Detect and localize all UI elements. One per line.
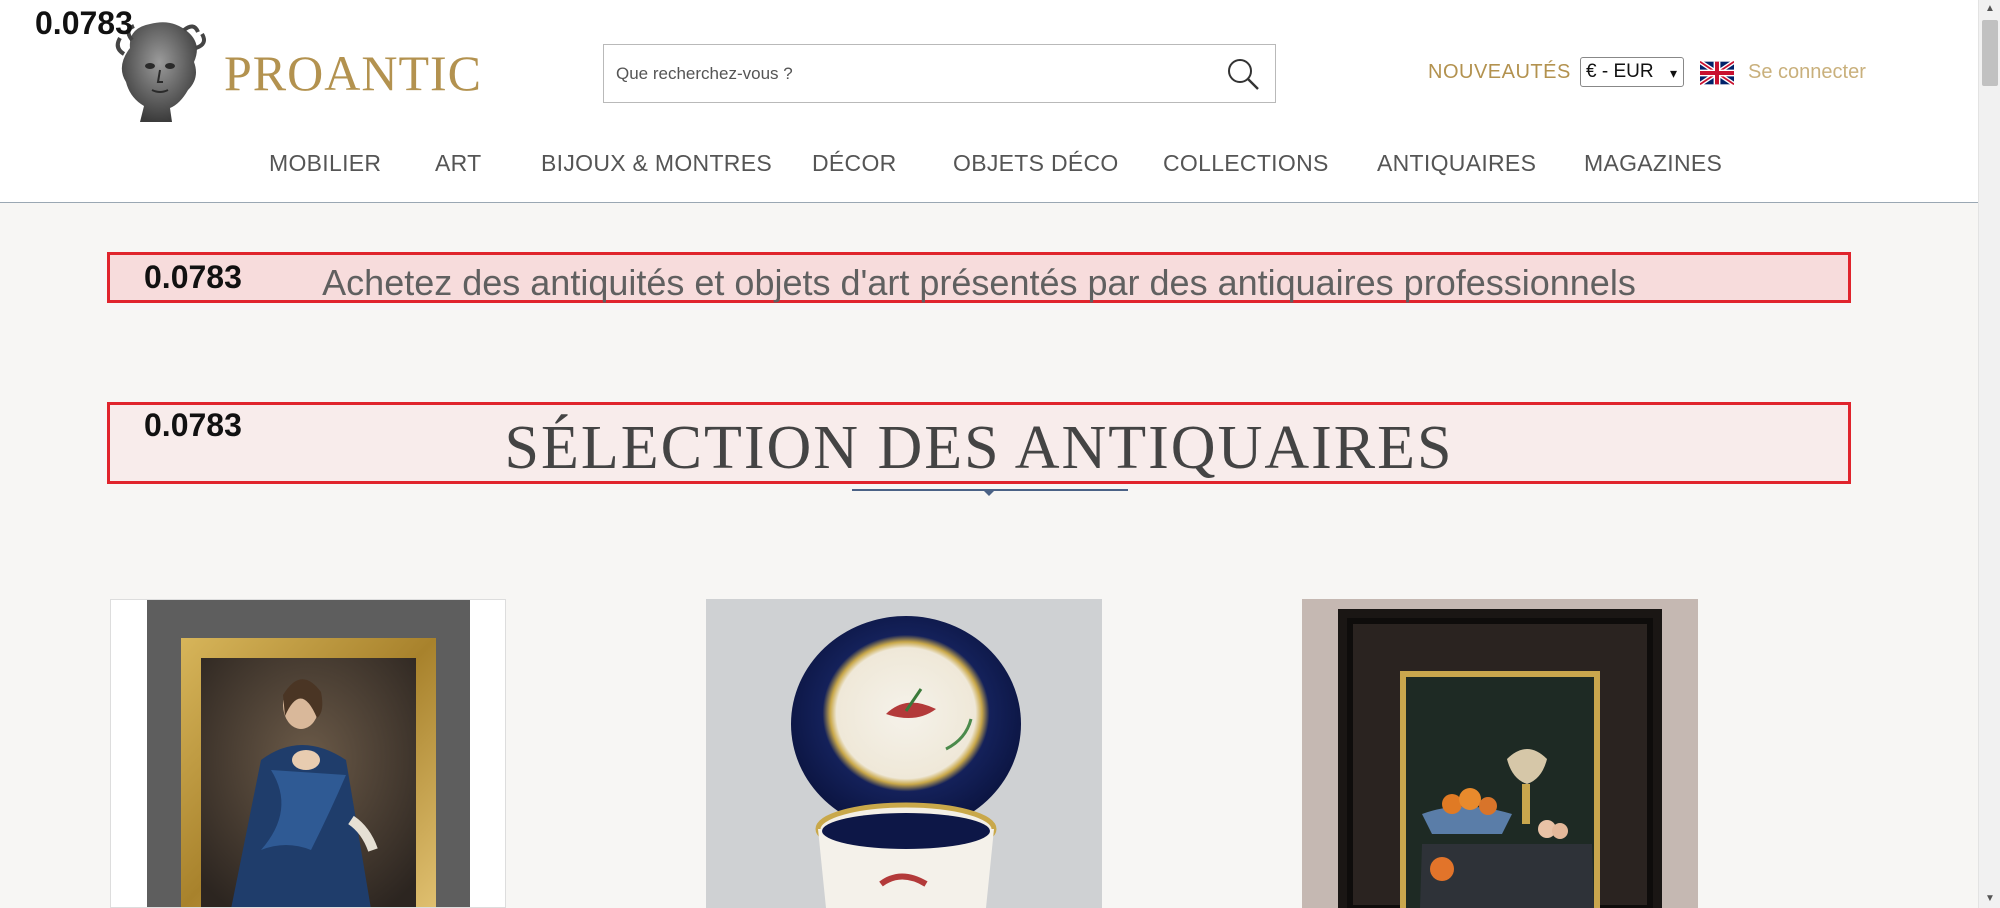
product-card[interactable] <box>1302 599 1698 908</box>
section-heading-box: 0.0783 SÉLECTION DES ANTIQUAIRES <box>107 402 1851 484</box>
hero-text: Achetez des antiquités et objets d'art p… <box>322 262 1636 303</box>
nav-item-mobilier[interactable]: MOBILIER <box>269 150 381 177</box>
chevron-down-icon: ▾ <box>1669 65 1677 81</box>
search-icon[interactable] <box>1225 56 1261 92</box>
product-card[interactable] <box>110 599 506 908</box>
nav-item-decor[interactable]: DÉCOR <box>812 150 897 177</box>
divider-caret-icon <box>982 489 996 496</box>
nav-item-collections[interactable]: COLLECTIONS <box>1163 150 1329 177</box>
product-image-portrait[interactable] <box>111 600 506 908</box>
section-title: SÉLECTION DES ANTIQUAIRES <box>504 414 1454 482</box>
scroll-down-arrow-icon[interactable]: ▼ <box>1979 890 2000 908</box>
main-nav: MOBILIER ART BIJOUX & MONTRES DÉCOR OBJE… <box>0 150 1978 180</box>
product-image-still-life[interactable] <box>1302 599 1698 908</box>
nouveautes-link[interactable]: NOUVEAUTÉS <box>1428 61 1571 84</box>
nav-item-magazines[interactable]: MAGAZINES <box>1584 150 1722 177</box>
search-bar[interactable] <box>603 44 1276 103</box>
currency-value: € - EUR <box>1586 61 1654 82</box>
overlay-score: 0.0783 <box>35 5 133 41</box>
search-input[interactable] <box>616 61 1176 87</box>
nav-item-objets-deco[interactable]: OBJETS DÉCO <box>953 150 1119 177</box>
nav-item-antiquaires[interactable]: ANTIQUAIRES <box>1377 150 1536 177</box>
site-header: PROANTIC NOUVEAUTÉS € - EUR ▾ Se connect… <box>0 0 1978 203</box>
nav-item-bijoux-montres[interactable]: BIJOUX & MONTRES <box>541 150 772 177</box>
uk-flag-icon[interactable] <box>1700 61 1734 85</box>
scroll-up-arrow-icon[interactable]: ▲ <box>1979 0 2000 18</box>
hero-banner: 0.0783 Achetez des antiquités et objets … <box>107 252 1851 303</box>
vertical-scrollbar[interactable]: ▲ ▼ <box>1978 0 2000 908</box>
currency-select[interactable]: € - EUR ▾ <box>1580 57 1684 87</box>
product-card[interactable] <box>706 599 1102 908</box>
login-link[interactable]: Se connecter <box>1748 61 1866 84</box>
product-image-porcelain[interactable] <box>706 599 1102 908</box>
brand-name[interactable]: PROANTIC <box>224 44 482 102</box>
scrollbar-thumb[interactable] <box>1982 20 1998 86</box>
nav-item-art[interactable]: ART <box>435 150 482 177</box>
